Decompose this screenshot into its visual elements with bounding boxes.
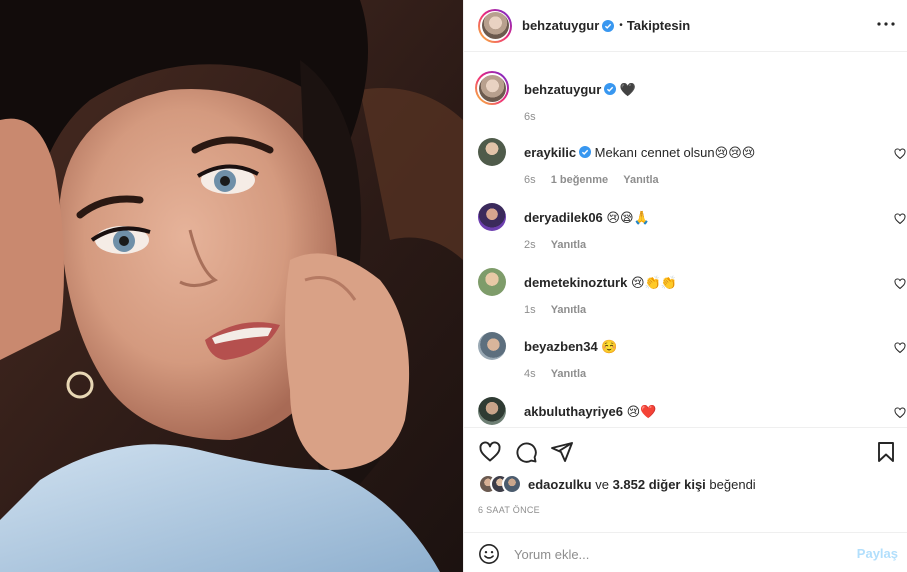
comment-text: 😢❤️ (626, 404, 657, 419)
comment-time[interactable]: 4s (524, 368, 536, 380)
post-photo[interactable] (0, 0, 463, 572)
likes-summary: edaozulku ve 3.852 diğer kişi beğendi (478, 474, 756, 494)
comment-meta: 1s Yanıtla (524, 304, 598, 316)
action-bar (464, 427, 907, 473)
comment-text: 😢👏👏 (630, 275, 677, 290)
commenter-username[interactable]: akbuluthayriye6 (524, 404, 623, 419)
caption-avatar[interactable] (475, 71, 509, 105)
portrait-image (0, 0, 463, 572)
save-bookmark-icon[interactable] (874, 440, 898, 464)
comment-meta: 6s 1 beğenme Yanıtla (524, 174, 671, 186)
commenter-username[interactable]: beyazben34 (524, 339, 598, 354)
comment-like-heart-icon[interactable] (894, 407, 906, 419)
comment-time[interactable]: 2s (524, 239, 536, 251)
post-timestamp[interactable]: 6 SAAT ÖNCE (478, 505, 540, 515)
caption-username[interactable]: behzatuygur (524, 82, 601, 97)
reply-button[interactable]: Yanıtla (551, 239, 586, 251)
separator-dot: • (619, 20, 623, 31)
comment-like-heart-icon[interactable] (894, 342, 906, 354)
reply-button[interactable]: Yanıtla (551, 304, 586, 316)
commenter-avatar[interactable] (478, 138, 506, 166)
post-header: behzatuygur • Takiptesin (464, 0, 907, 52)
comment-meta: 2s Yanıtla (524, 239, 598, 251)
reply-button[interactable]: Yanıtla (623, 174, 658, 186)
follow-status-button[interactable]: Takiptesin (627, 18, 690, 33)
comment-input[interactable] (514, 541, 834, 567)
author-username[interactable]: behzatuygur (522, 18, 599, 33)
commenter-username[interactable]: demetekinozturk (524, 275, 627, 290)
comment-text: Mekanı cennet olsun😢😢😢 (594, 145, 756, 160)
reply-button[interactable]: Yanıtla (551, 368, 586, 380)
comment-text: 😢😪🙏 (606, 210, 650, 225)
likes-suffix: beğendi (709, 476, 756, 492)
comment-like-heart-icon[interactable] (894, 213, 906, 225)
post-panel: behzatuygur • Takiptesin behzatuygur 🖤 6… (463, 0, 907, 572)
commenter-avatar[interactable] (478, 332, 506, 360)
others-link[interactable]: 3.852 diğer kişi (613, 477, 706, 492)
comment-meta: 4s Yanıtla (524, 368, 598, 380)
comment-like-heart-icon[interactable] (894, 278, 906, 290)
likes-text: edaozulku ve 3.852 diğer kişi beğendi (528, 477, 756, 492)
post-comment-button[interactable]: Paylaş (857, 546, 898, 561)
like-heart-icon[interactable] (478, 440, 502, 464)
emoji-smiley-icon[interactable] (478, 543, 500, 565)
comment-time[interactable]: 1s (524, 304, 536, 316)
author-avatar[interactable] (478, 8, 512, 43)
share-send-icon[interactable] (550, 440, 574, 464)
commenter-avatar[interactable] (478, 268, 506, 296)
verified-badge-icon (604, 83, 617, 95)
caption-meta: 6s (524, 111, 548, 123)
add-comment-bar: Paylaş (464, 532, 907, 572)
more-options-icon[interactable] (876, 14, 896, 34)
commenter-username[interactable]: eraykilic (524, 145, 576, 160)
comment-time[interactable]: 6s (524, 174, 536, 186)
commenter-username[interactable]: deryadilek06 (524, 210, 603, 225)
comment-likes-count[interactable]: 1 beğenme (551, 174, 608, 186)
verified-badge-icon (579, 146, 592, 158)
commenter-avatar[interactable] (478, 397, 506, 425)
comment-like-heart-icon[interactable] (894, 148, 906, 160)
comment-bubble-icon[interactable] (514, 440, 538, 464)
verified-badge-icon (602, 19, 615, 32)
caption-time[interactable]: 6s (524, 111, 536, 123)
comments-list[interactable]: behzatuygur 🖤 6s eraykilic Mekanı cennet… (464, 53, 907, 426)
comment-text: ☺️ (601, 339, 618, 354)
liker-username[interactable]: edaozulku (528, 477, 592, 492)
likes-connector: ve (595, 476, 609, 492)
liker-avatar[interactable] (502, 474, 522, 494)
caption-text: 🖤 (619, 82, 637, 97)
commenter-avatar[interactable] (478, 203, 506, 231)
